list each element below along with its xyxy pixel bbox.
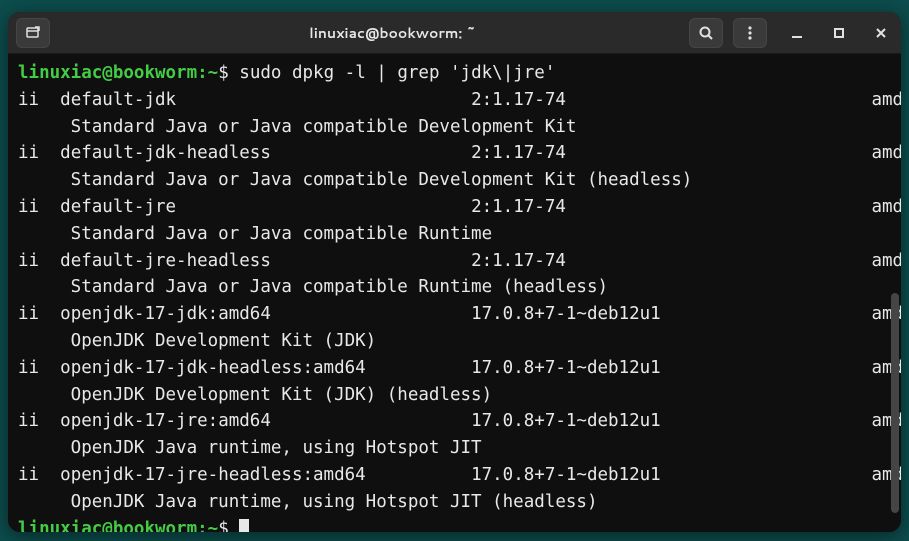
cursor [239, 519, 249, 532]
package-row: ii default-jre-headless 2:1.17-74 amd64 [18, 248, 891, 275]
terminal-body[interactable]: linuxiac@bookworm:~$ sudo dpkg -l | grep… [8, 54, 901, 532]
titlebar-right [689, 18, 893, 48]
prompt-path: :~ [197, 519, 218, 532]
prompt-user: linuxiac [18, 63, 102, 83]
package-row: ii openjdk-17-jdk:amd64 17.0.8+7-1~deb12… [18, 301, 891, 328]
search-button[interactable] [689, 18, 723, 48]
pkg-version: 2:1.17-74 [471, 251, 871, 271]
package-desc-row: Standard Java or Java compatible Runtime… [18, 274, 891, 301]
minimize-button[interactable] [785, 21, 809, 45]
pkg-name: openjdk-17-jdk:amd64 [60, 304, 471, 324]
pkg-status: ii [18, 197, 60, 217]
search-icon [698, 25, 714, 41]
pkg-name: default-jre-headless [60, 251, 471, 271]
pkg-desc: Standard Java or Java compatible Runtime… [18, 277, 608, 297]
package-desc-row: Standard Java or Java compatible Develop… [18, 167, 891, 194]
titlebar: linuxiac@bookworm: ~ [8, 12, 901, 54]
minimize-icon [790, 26, 804, 40]
pkg-name: openjdk-17-jre-headless:amd64 [60, 465, 471, 485]
maximize-icon [832, 26, 846, 40]
pkg-desc: OpenJDK Development Kit (JDK) [18, 331, 376, 351]
pkg-version: 17.0.8+7-1~deb12u1 [471, 411, 871, 431]
menu-button[interactable] [733, 18, 767, 48]
prompt-symbol: $ [218, 63, 239, 83]
pkg-status: ii [18, 465, 60, 485]
pkg-name: default-jre [60, 197, 471, 217]
pkg-name: default-jdk [60, 90, 471, 110]
prompt-line: linuxiac@bookworm:~$ [18, 516, 891, 532]
menu-icon [742, 25, 758, 41]
pkg-version: 2:1.17-74 [471, 197, 871, 217]
pkg-version: 2:1.17-74 [471, 143, 871, 163]
pkg-version: 17.0.8+7-1~deb12u1 [471, 304, 871, 324]
package-row: ii default-jdk 2:1.17-74 amd64 [18, 87, 891, 114]
window-title: linuxiac@bookworm: ~ [96, 23, 689, 43]
prompt-user: linuxiac [18, 519, 102, 532]
close-button[interactable] [869, 21, 893, 45]
terminal-window: linuxiac@bookworm: ~ [8, 12, 901, 532]
pkg-version: 2:1.17-74 [471, 90, 871, 110]
pkg-name: default-jdk-headless [60, 143, 471, 163]
prompt-at: @ [102, 519, 113, 532]
scrollbar-thumb[interactable] [891, 293, 899, 513]
pkg-desc: Standard Java or Java compatible Develop… [18, 170, 692, 190]
package-desc-row: Standard Java or Java compatible Runtime [18, 221, 891, 248]
package-row: ii openjdk-17-jre:amd64 17.0.8+7-1~deb12… [18, 408, 891, 435]
command-line: linuxiac@bookworm:~$ sudo dpkg -l | grep… [18, 60, 891, 87]
pkg-name: openjdk-17-jdk-headless:amd64 [60, 358, 471, 378]
new-tab-icon [25, 25, 41, 41]
pkg-desc: OpenJDK Java runtime, using Hotspot JIT [18, 438, 482, 458]
package-row: ii openjdk-17-jdk-headless:amd64 17.0.8+… [18, 355, 891, 382]
pkg-status: ii [18, 411, 60, 431]
package-desc-row: Standard Java or Java compatible Develop… [18, 114, 891, 141]
pkg-arch: amd64 [871, 197, 901, 217]
package-row: ii default-jdk-headless 2:1.17-74 amd64 [18, 140, 891, 167]
pkg-status: ii [18, 90, 60, 110]
pkg-version: 17.0.8+7-1~deb12u1 [471, 465, 871, 485]
close-icon [874, 26, 888, 40]
maximize-button[interactable] [827, 21, 851, 45]
pkg-name: openjdk-17-jre:amd64 [60, 411, 471, 431]
pkg-arch: amd64 [871, 90, 901, 110]
command-text: sudo dpkg -l | grep 'jdk\|jre' [239, 63, 555, 83]
pkg-status: ii [18, 143, 60, 163]
prompt-host: bookworm [113, 519, 197, 532]
package-desc-row: OpenJDK Development Kit (JDK) [18, 328, 891, 355]
prompt-host: bookworm [113, 63, 197, 83]
prompt-at: @ [102, 63, 113, 83]
pkg-status: ii [18, 304, 60, 324]
new-tab-button[interactable] [16, 18, 50, 48]
pkg-status: ii [18, 251, 60, 271]
prompt-symbol: $ [218, 519, 239, 532]
pkg-version: 17.0.8+7-1~deb12u1 [471, 358, 871, 378]
pkg-desc: Standard Java or Java compatible Runtime [18, 224, 492, 244]
prompt-path: :~ [197, 63, 218, 83]
package-row: ii default-jre 2:1.17-74 amd64 [18, 194, 891, 221]
pkg-desc: Standard Java or Java compatible Develop… [18, 117, 576, 137]
pkg-desc: OpenJDK Development Kit (JDK) (headless) [18, 385, 492, 405]
package-row: ii openjdk-17-jre-headless:amd64 17.0.8+… [18, 462, 891, 489]
package-desc-row: OpenJDK Development Kit (JDK) (headless) [18, 382, 891, 409]
package-desc-row: OpenJDK Java runtime, using Hotspot JIT … [18, 489, 891, 516]
package-desc-row: OpenJDK Java runtime, using Hotspot JIT [18, 435, 891, 462]
pkg-desc: OpenJDK Java runtime, using Hotspot JIT … [18, 492, 597, 512]
titlebar-left [16, 18, 96, 48]
pkg-status: ii [18, 358, 60, 378]
pkg-arch: amd64 [871, 251, 901, 271]
pkg-arch: amd64 [871, 143, 901, 163]
